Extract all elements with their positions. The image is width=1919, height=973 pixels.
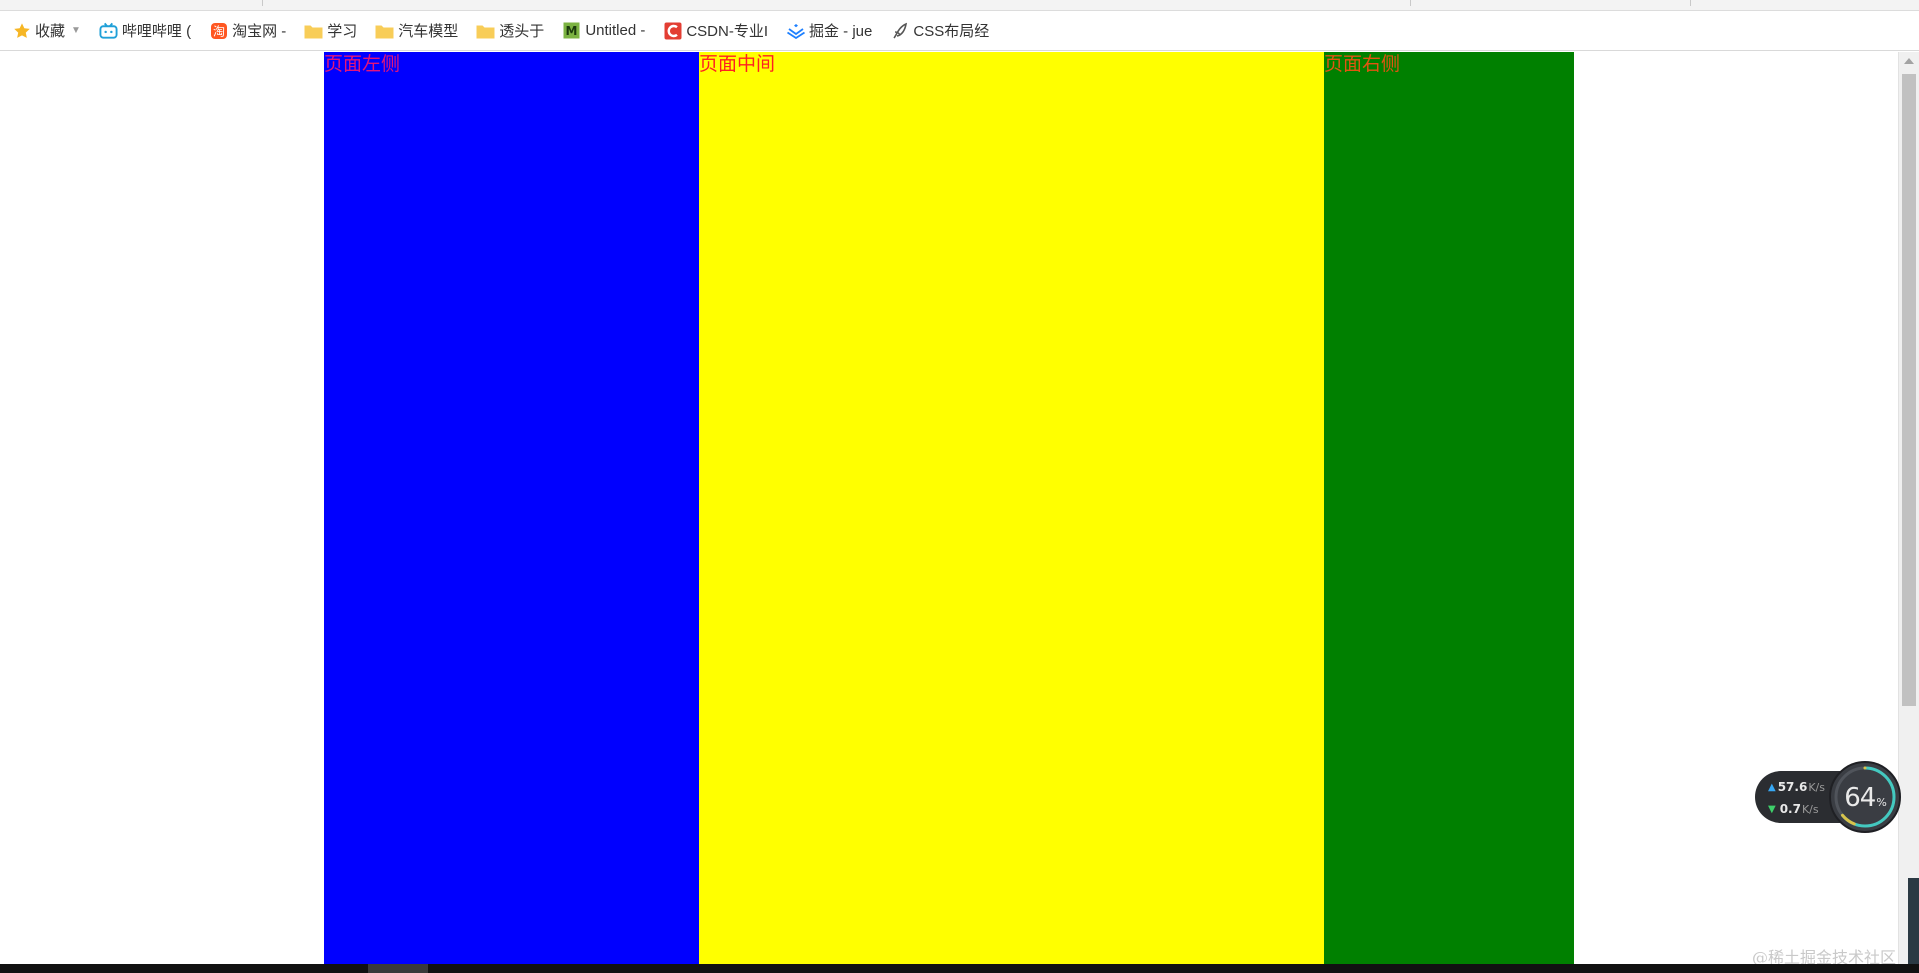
bookmark-bilibili[interactable]: 哔哩哔哩 ( bbox=[99, 20, 191, 41]
bookmark-css-layout[interactable]: CSS布局经 bbox=[890, 20, 989, 41]
bookmark-label: 汽车模型 bbox=[398, 23, 459, 40]
percent-unit: % bbox=[1876, 796, 1887, 809]
bookmark-label: 学习 bbox=[327, 23, 358, 40]
download-speed: ▼ 0.7 K/s bbox=[1768, 802, 1819, 816]
bilibili-icon bbox=[99, 21, 118, 40]
folder-icon bbox=[476, 21, 495, 40]
bookmark-label: 哔哩哔哩 ( bbox=[121, 23, 192, 40]
page-center-column: 页面中间 bbox=[699, 52, 1324, 964]
bookmark-csdn[interactable]: CSDN-专业I bbox=[663, 20, 768, 41]
svg-text:M: M bbox=[566, 24, 578, 38]
tab-separator bbox=[1690, 0, 1691, 6]
download-arrow-icon: ▼ bbox=[1768, 803, 1776, 815]
bookmark-label: CSDN-专业I bbox=[686, 23, 769, 40]
chevron-down-icon[interactable]: ▼ bbox=[71, 25, 81, 36]
upload-speed: ▲ 57.6 K/s bbox=[1768, 780, 1825, 794]
page-right-column: 页面右侧 bbox=[1324, 52, 1574, 964]
css-leaf-icon bbox=[890, 21, 909, 40]
page-viewport: 页面左侧 页面中间 页面右侧 bbox=[0, 52, 1898, 964]
upload-arrow-icon: ▲ bbox=[1768, 781, 1776, 793]
bookmark-folder-study[interactable]: 学习 bbox=[304, 20, 357, 41]
bookmark-label: Untitled - bbox=[585, 22, 646, 39]
bookmark-untitled[interactable]: M Untitled - bbox=[562, 21, 645, 40]
right-column-label: 页面右侧 bbox=[1324, 54, 1401, 75]
taskbar-active-item[interactable] bbox=[368, 964, 428, 973]
network-speed-widget[interactable]: ▲ 57.6 K/s ▼ 0.7 K/s 64% bbox=[1755, 761, 1903, 833]
taobao-icon: 淘 bbox=[209, 21, 228, 40]
side-panel-handle[interactable] bbox=[1908, 878, 1919, 964]
svg-text:淘: 淘 bbox=[213, 24, 225, 38]
bookmark-taobao[interactable]: 淘 淘宝网 - bbox=[209, 20, 286, 41]
percent-value: 64 bbox=[1844, 783, 1876, 813]
taskbar bbox=[0, 964, 1919, 973]
bookmark-folder-car-models[interactable]: 汽车模型 bbox=[375, 20, 458, 41]
bookmark-label: 收藏 bbox=[35, 23, 66, 40]
memory-percent: 64% bbox=[1831, 783, 1899, 813]
left-column-label: 页面左侧 bbox=[324, 54, 401, 75]
bookmark-label: 掘金 - jue bbox=[809, 23, 873, 40]
center-column-label: 页面中间 bbox=[699, 54, 776, 75]
tab-strip bbox=[0, 0, 1919, 11]
bookmark-favorites[interactable]: 收藏 ▼ bbox=[12, 20, 81, 41]
tab-separator bbox=[262, 0, 263, 6]
download-unit: K/s bbox=[1801, 802, 1819, 816]
folder-icon bbox=[304, 21, 323, 40]
page-left-column: 页面左侧 bbox=[324, 52, 699, 964]
upload-value: 57.6 bbox=[1777, 780, 1808, 794]
memory-usage-gauge[interactable]: 64% bbox=[1829, 761, 1901, 833]
bookmark-label: 透头于 bbox=[499, 23, 545, 40]
folder-icon bbox=[375, 21, 394, 40]
bookmark-label: CSS布局经 bbox=[913, 23, 990, 40]
juejin-icon bbox=[786, 21, 805, 40]
csdn-icon bbox=[663, 21, 682, 40]
m-logo-icon: M bbox=[562, 21, 581, 40]
download-value: 0.7 bbox=[1779, 802, 1801, 816]
bookmark-folder-3[interactable]: 透头于 bbox=[476, 20, 544, 41]
star-icon bbox=[12, 21, 31, 40]
scrollbar-thumb[interactable] bbox=[1902, 74, 1916, 706]
bookmarks-bar: 收藏 ▼ 哔哩哔哩 ( 淘 淘宝网 - 学习 汽车模型 透头于 M Untitl… bbox=[0, 11, 1919, 51]
tab-separator bbox=[1410, 0, 1411, 6]
bookmark-label: 淘宝网 - bbox=[232, 23, 287, 40]
scroll-up-arrow-icon[interactable] bbox=[1904, 58, 1914, 64]
bookmark-juejin[interactable]: 掘金 - jue bbox=[786, 20, 872, 41]
upload-unit: K/s bbox=[1808, 780, 1825, 794]
